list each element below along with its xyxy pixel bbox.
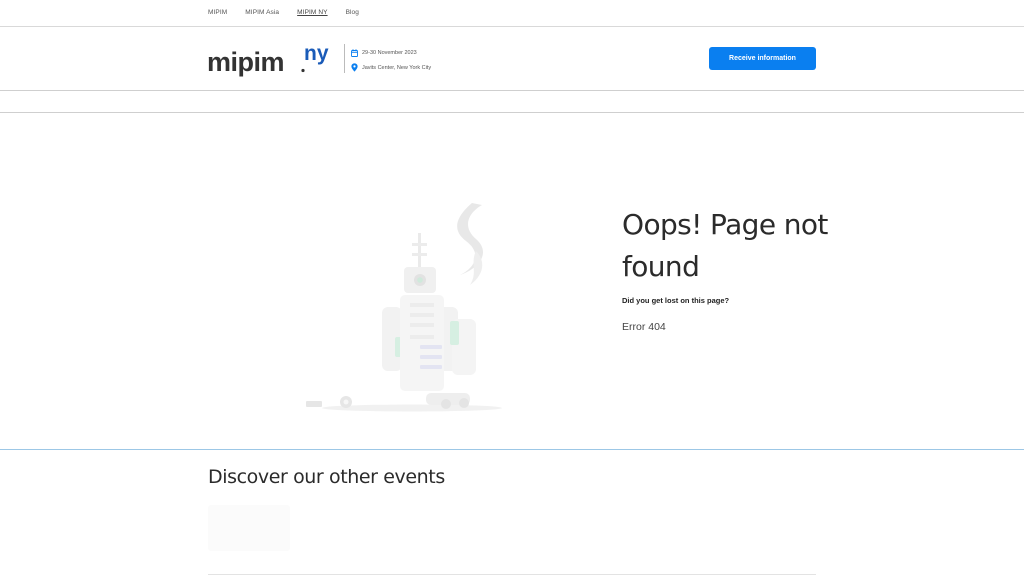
top-nav-link-mipim-asia[interactable]: MIPIM Asia xyxy=(245,9,279,16)
discover-events-title: Discover our other events xyxy=(208,466,445,488)
top-bar: MIPIM MIPIM Asia MIPIM NY Blog xyxy=(0,0,1024,27)
receive-information-button[interactable]: Receive information xyxy=(709,47,816,70)
top-nav-link-blog[interactable]: Blog xyxy=(346,9,359,16)
logo-divider xyxy=(344,44,345,73)
top-nav-link-mipim-ny[interactable]: MIPIM NY xyxy=(297,9,327,16)
event-location-row: Javits Center, New York City xyxy=(351,61,431,74)
top-nav-link-mipim[interactable]: MIPIM xyxy=(208,9,227,16)
sub-nav-bar xyxy=(0,91,1024,113)
section-divider xyxy=(0,449,1024,450)
site-header: mipim ny 29-30 November 2023 Javits Cent… xyxy=(0,27,1024,91)
antenna xyxy=(418,233,421,269)
location-pin-icon xyxy=(351,63,358,72)
mipim-ny-logo[interactable]: mipim ny xyxy=(207,43,337,77)
event-location: Javits Center, New York City xyxy=(362,64,432,71)
fallen-part xyxy=(306,401,322,407)
error-title: Oops! Page not found xyxy=(622,208,828,283)
broken-robot-illustration xyxy=(306,203,502,412)
event-date: 29-30 November 2023 xyxy=(362,49,417,56)
logo-main-text: mipim xyxy=(207,47,284,77)
error-subtitle: Did you get lost on this page? xyxy=(622,296,730,305)
logo-sup-text: ny xyxy=(304,43,329,65)
robot-body xyxy=(400,295,444,391)
error-code: Error 404 xyxy=(622,321,666,333)
bottom-divider xyxy=(208,574,816,575)
calendar-icon xyxy=(351,48,358,57)
event-date-row: 29-30 November 2023 xyxy=(351,46,431,59)
top-nav: MIPIM MIPIM Asia MIPIM NY Blog xyxy=(208,9,359,16)
event-info: 29-30 November 2023 Javits Center, New Y… xyxy=(351,46,431,76)
event-card[interactable] xyxy=(208,505,290,551)
